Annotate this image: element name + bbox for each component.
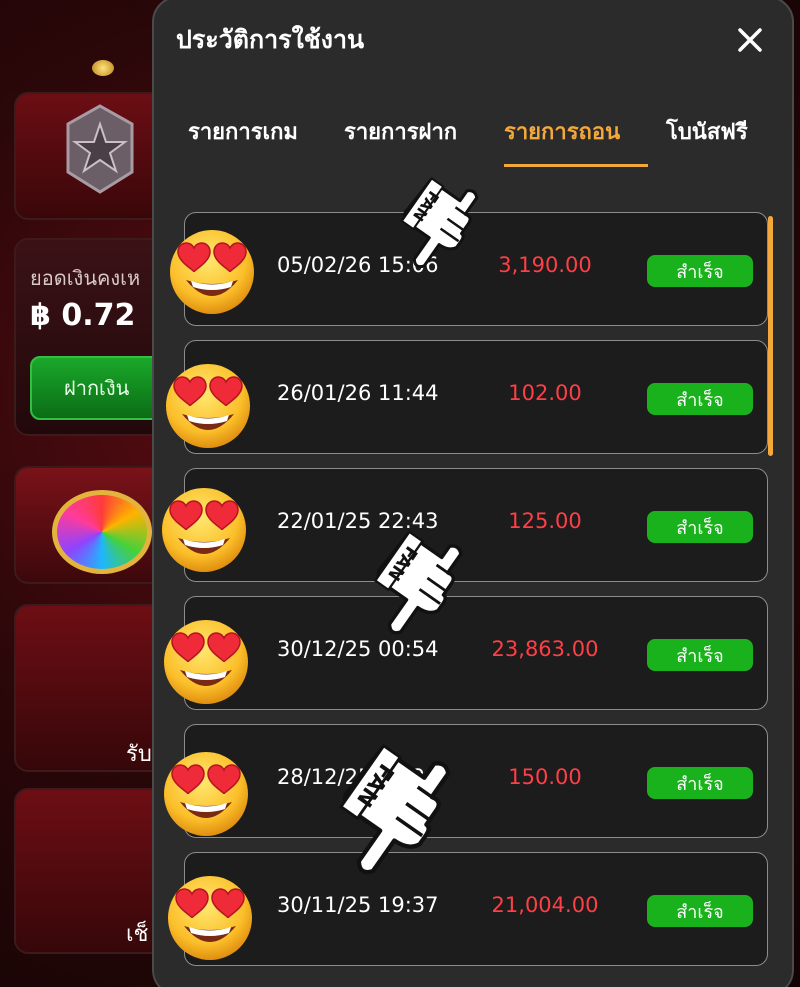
balance-value: ฿ 0.72	[30, 298, 136, 333]
promotion-card[interactable]: รับ	[14, 604, 174, 772]
row-datetime: 05/02/26 15:06	[277, 253, 439, 277]
row-datetime: 28/12/25 19:20	[277, 765, 439, 789]
status-badge: สำเร็จ	[647, 895, 753, 927]
checkin-label: เช็	[126, 922, 149, 947]
list-item[interactable]: 22/01/25 22:43 125.00 สำเร็จ	[184, 468, 768, 582]
lucky-wheel-card[interactable]	[14, 466, 174, 584]
modal-title: ประวัติการใช้งาน	[176, 25, 365, 54]
promotion-label: รับ	[126, 742, 152, 767]
tab-withdrawals[interactable]: รายการถอน	[504, 114, 620, 149]
row-datetime: 30/12/25 00:54	[277, 637, 439, 661]
list-item[interactable]: 30/11/25 19:37 21,004.00 สำเร็จ	[184, 852, 768, 966]
status-badge: สำเร็จ	[647, 767, 753, 799]
row-amount: 23,863.00	[491, 637, 599, 661]
row-datetime: 30/11/25 19:37	[277, 893, 439, 917]
rank-star-icon	[66, 104, 134, 194]
wheel-icon	[52, 490, 152, 574]
list-item[interactable]: 28/12/25 19:20 150.00 สำเร็จ	[184, 724, 768, 838]
balance-card: ยอดเงินคงเห ฿ 0.72 ฝากเงิน	[14, 238, 174, 436]
deposit-button[interactable]: ฝากเงิน	[30, 356, 170, 420]
row-amount: 21,004.00	[491, 893, 599, 917]
list-scrollbar[interactable]	[768, 216, 773, 456]
row-amount: 102.00	[508, 381, 582, 405]
history-modal: ประวัติการใช้งาน รายการเกม รายการฝาก ราย…	[152, 0, 794, 987]
list-item[interactable]: 26/01/26 11:44 102.00 สำเร็จ	[184, 340, 768, 454]
status-badge: สำเร็จ	[647, 511, 753, 543]
tab-bar: รายการเกม รายการฝาก รายการถอน โบนัสฟรี	[154, 114, 794, 174]
status-badge: สำเร็จ	[647, 383, 753, 415]
balance-label: ยอดเงินคงเห	[30, 266, 141, 290]
status-badge: สำเร็จ	[647, 639, 753, 671]
row-amount: 3,190.00	[498, 253, 592, 277]
list-item[interactable]: 30/12/25 00:54 23,863.00 สำเร็จ	[184, 596, 768, 710]
checkin-card[interactable]: เช็	[14, 788, 174, 954]
tab-deposits[interactable]: รายการฝาก	[344, 114, 457, 149]
row-datetime: 26/01/26 11:44	[277, 381, 439, 405]
rank-card[interactable]	[14, 92, 174, 220]
row-amount: 150.00	[508, 765, 582, 789]
list-item[interactable]: 05/02/26 15:06 3,190.00 สำเร็จ	[184, 212, 768, 326]
tab-games[interactable]: รายการเกม	[188, 114, 298, 149]
coin-icon	[92, 60, 114, 76]
tab-free-bonus[interactable]: โบนัสฟรี	[666, 114, 748, 149]
row-amount: 125.00	[508, 509, 582, 533]
row-datetime: 22/01/25 22:43	[277, 509, 439, 533]
screen: ยอดเงินคงเห ฿ 0.72 ฝากเงิน รับ เช็ ประวั…	[0, 0, 800, 987]
close-icon[interactable]	[734, 24, 766, 56]
status-badge: สำเร็จ	[647, 255, 753, 287]
active-tab-indicator	[504, 164, 648, 167]
